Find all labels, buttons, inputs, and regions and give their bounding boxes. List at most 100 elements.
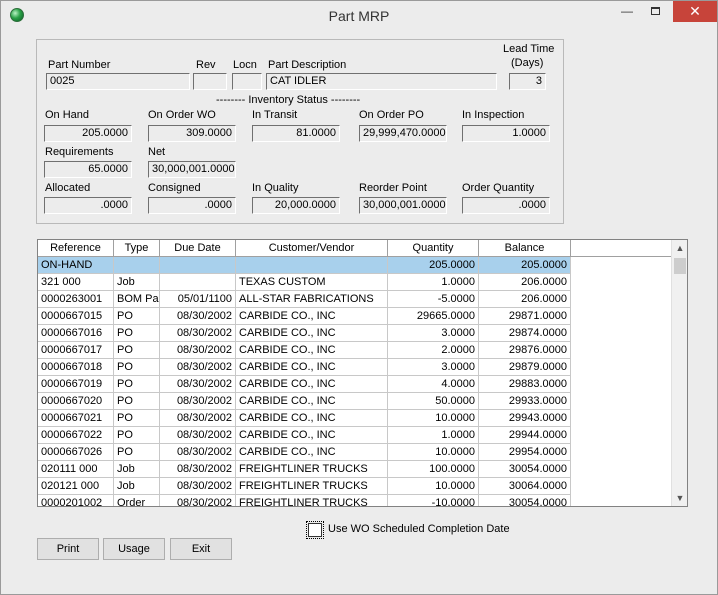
on-order-po-field[interactable]: 29,999,470.0000 xyxy=(359,125,447,142)
cell-type: PO xyxy=(114,410,160,427)
cell-customer-vendor: FREIGHTLINER TRUCKS xyxy=(236,478,388,495)
cell-customer-vendor: CARBIDE CO., INC xyxy=(236,444,388,461)
inventory-status-heading: -------- Inventory Status -------- xyxy=(216,94,361,106)
cell-customer-vendor: TEXAS CUSTOM xyxy=(236,274,388,291)
consigned-label: Consigned xyxy=(148,182,201,194)
grid-header: Reference Type Due Date Customer/Vendor … xyxy=(38,240,671,257)
locn-label: Locn xyxy=(233,59,257,71)
on-order-wo-field[interactable]: 309.0000 xyxy=(148,125,236,142)
table-row[interactable]: 0000667020 PO 08/30/2002 CARBIDE CO., INC 50… xyxy=(38,393,571,410)
table-row[interactable]: 0000667018 PO 08/30/2002 CARBIDE CO., INC 3.… xyxy=(38,359,571,376)
column-header-type[interactable]: Type xyxy=(114,240,160,257)
cell-quantity: 1.0000 xyxy=(388,274,479,291)
cell-type: Order xyxy=(114,495,160,506)
order-quantity-field[interactable]: .0000 xyxy=(462,197,550,214)
cell-due-date xyxy=(160,257,236,274)
requirements-field[interactable]: 65.0000 xyxy=(44,161,132,178)
minimize-button[interactable]: — xyxy=(613,1,641,22)
table-row[interactable]: 020121 000 Job 08/30/2002 FREIGHTLINER TRUC… xyxy=(38,478,571,495)
cell-due-date: 08/30/2002 xyxy=(160,461,236,478)
cell-customer-vendor: FREIGHTLINER TRUCKS xyxy=(236,495,388,506)
cell-reference: ON-HAND xyxy=(38,257,114,274)
cell-due-date: 08/30/2002 xyxy=(160,308,236,325)
cell-quantity: -5.0000 xyxy=(388,291,479,308)
table-row[interactable]: 321 000 Job TEXAS CUSTOM 1.0000 206.0000 xyxy=(38,274,571,291)
reorder-point-label: Reorder Point xyxy=(359,182,427,194)
cell-reference: 0000667015 xyxy=(38,308,114,325)
column-header-balance[interactable]: Balance xyxy=(479,240,571,257)
table-row[interactable]: 0000667021 PO 08/30/2002 CARBIDE CO., INC 10… xyxy=(38,410,571,427)
cell-reference: 0000667016 xyxy=(38,325,114,342)
cell-due-date: 08/30/2002 xyxy=(160,393,236,410)
cell-due-date: 08/30/2002 xyxy=(160,325,236,342)
table-row[interactable]: 0000263001 BOM Par 05/01/1100 ALL-STAR FABR… xyxy=(38,291,571,308)
cell-customer-vendor xyxy=(236,257,388,274)
consigned-field[interactable]: .0000 xyxy=(148,197,236,214)
lead-time-field[interactable]: 3 xyxy=(509,73,546,90)
scroll-up-icon[interactable]: ▲ xyxy=(672,240,687,256)
cell-quantity: 3.0000 xyxy=(388,325,479,342)
table-row[interactable]: 0000667026 PO 08/30/2002 CARBIDE CO., INC 10… xyxy=(38,444,571,461)
cell-balance: 206.0000 xyxy=(479,274,571,291)
scroll-down-icon[interactable]: ▼ xyxy=(672,490,687,506)
cell-reference: 321 000 xyxy=(38,274,114,291)
vertical-scrollbar[interactable]: ▲ ▼ xyxy=(671,240,687,506)
column-header-quantity[interactable]: Quantity xyxy=(388,240,479,257)
cell-due-date: 08/30/2002 xyxy=(160,376,236,393)
cell-balance: 29954.0000 xyxy=(479,444,571,461)
table-row[interactable]: 0000667016 PO 08/30/2002 CARBIDE CO., INC 3.… xyxy=(38,325,571,342)
scroll-thumb[interactable] xyxy=(674,258,686,274)
rev-field[interactable] xyxy=(193,73,227,90)
on-order-po-label: On Order PO xyxy=(359,109,424,121)
in-inspection-label: In Inspection xyxy=(462,109,525,121)
cell-reference: 020111 000 xyxy=(38,461,114,478)
cell-type xyxy=(114,257,160,274)
reorder-point-field[interactable]: 30,000,001.0000 xyxy=(359,197,447,214)
cell-balance: 29943.0000 xyxy=(479,410,571,427)
cell-balance: 29944.0000 xyxy=(479,427,571,444)
column-header-reference[interactable]: Reference xyxy=(38,240,114,257)
maximize-button[interactable] xyxy=(641,1,669,22)
cell-customer-vendor: CARBIDE CO., INC xyxy=(236,308,388,325)
table-row[interactable]: 0000667019 PO 08/30/2002 CARBIDE CO., INC 4.… xyxy=(38,376,571,393)
on-hand-field[interactable]: 205.0000 xyxy=(44,125,132,142)
table-row[interactable]: 0000201002 Order 08/30/2002 FREIGHTLINER TR… xyxy=(38,495,571,506)
locn-field[interactable] xyxy=(232,73,262,90)
cell-type: PO xyxy=(114,427,160,444)
allocated-field[interactable]: .0000 xyxy=(44,197,132,214)
cell-type: PO xyxy=(114,325,160,342)
usage-button[interactable]: Usage xyxy=(103,538,165,560)
table-row[interactable]: 0000667017 PO 08/30/2002 CARBIDE CO., INC 2.… xyxy=(38,342,571,359)
table-row[interactable]: 0000667015 PO 08/30/2002 CARBIDE CO., INC 29… xyxy=(38,308,571,325)
cell-balance: 29876.0000 xyxy=(479,342,571,359)
cell-reference: 0000263001 xyxy=(38,291,114,308)
use-wo-scheduled-checkbox[interactable] xyxy=(306,521,324,539)
cell-quantity: 10.0000 xyxy=(388,410,479,427)
cell-quantity: 10.0000 xyxy=(388,444,479,461)
table-row[interactable]: 020111 000 Job 08/30/2002 FREIGHTLINER TRUC… xyxy=(38,461,571,478)
cell-due-date: 05/01/1100 xyxy=(160,291,236,308)
cell-customer-vendor: CARBIDE CO., INC xyxy=(236,359,388,376)
part-description-field[interactable]: CAT IDLER xyxy=(266,73,497,90)
exit-button[interactable]: Exit xyxy=(170,538,232,560)
cell-reference: 0000667022 xyxy=(38,427,114,444)
order-quantity-label: Order Quantity xyxy=(462,182,535,194)
in-inspection-field[interactable]: 1.0000 xyxy=(462,125,550,142)
table-row[interactable]: 0000667022 PO 08/30/2002 CARBIDE CO., INC 1.… xyxy=(38,427,571,444)
in-quality-field[interactable]: 20,000.0000 xyxy=(252,197,340,214)
mrp-grid[interactable]: Reference Type Due Date Customer/Vendor … xyxy=(37,239,688,507)
in-transit-field[interactable]: 81.0000 xyxy=(252,125,340,142)
print-button[interactable]: Print xyxy=(37,538,99,560)
cell-reference: 0000667017 xyxy=(38,342,114,359)
table-row[interactable]: ON-HAND 205.0000 205.0000 xyxy=(38,257,571,274)
part-number-field[interactable]: 0025 xyxy=(46,73,190,90)
close-button[interactable]: ✕ xyxy=(673,1,717,22)
column-header-due-date[interactable]: Due Date xyxy=(160,240,236,257)
cell-reference: 0000667020 xyxy=(38,393,114,410)
column-header-customer-vendor[interactable]: Customer/Vendor xyxy=(236,240,388,257)
lead-time-days-label: (Days) xyxy=(511,57,544,69)
cell-due-date: 08/30/2002 xyxy=(160,427,236,444)
maximize-icon xyxy=(650,7,660,15)
net-field[interactable]: 30,000,001.0000 xyxy=(148,161,236,178)
cell-quantity: 4.0000 xyxy=(388,376,479,393)
